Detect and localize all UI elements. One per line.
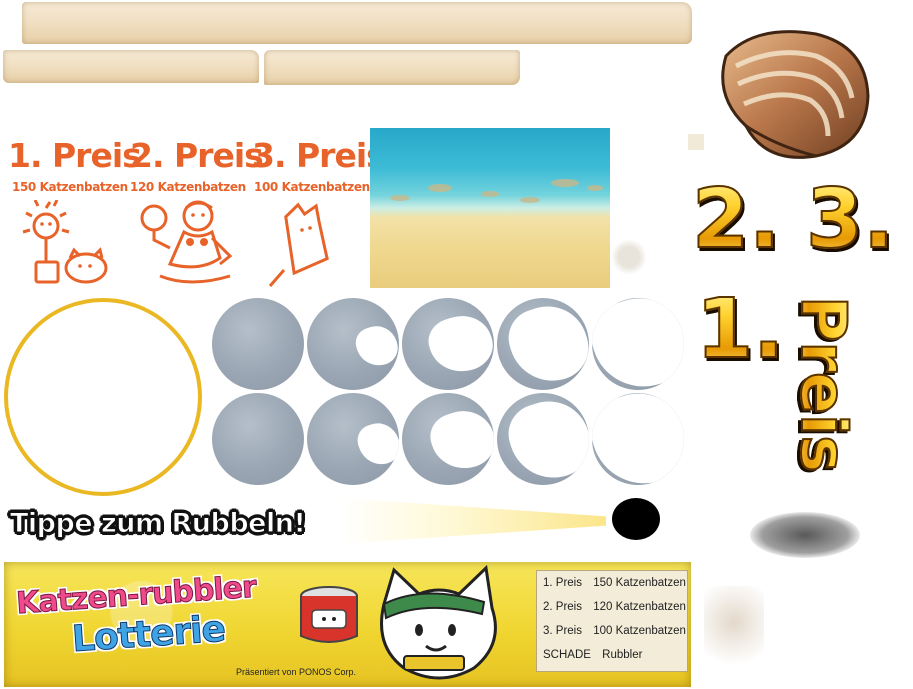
scratch-spot[interactable] [212,298,304,390]
paper-strip-left [3,50,259,83]
scratch-spot[interactable] [307,393,399,485]
prize-3-amount: 100 Katzenbatzen [254,180,370,194]
gold-label-second: 2. [691,171,781,268]
gold-label-third: 3. [805,171,895,268]
scratch-spot[interactable] [592,298,684,390]
scratch-spot[interactable] [307,298,399,390]
banner-prize-rank: 1. Preis [543,577,582,589]
beach-cat-icon [140,200,233,284]
scratch-spot[interactable] [402,393,494,485]
beach-scene [370,128,610,288]
prize-2-amount: 120 Katzenbatzen [130,180,246,194]
prize-3-title: 3. Preis [252,136,386,175]
tap-to-scratch-label: Tippe zum Rubbeln! [9,508,306,540]
banner-prize-row: 1. Preis 150 Katzenbatzen [543,577,686,589]
presented-by-label: Präsentiert von PONOS Corp. [236,667,357,677]
banner-prize-amount: 100 Katzenbatzen [593,625,686,637]
scratch-spot[interactable] [497,298,589,390]
selection-ring [4,298,202,496]
lottery-banner: Katzen-rubbler Lotterie 1. Preis 150 Kat… [4,562,691,687]
banner-prize-amount: Rubbler [602,649,643,661]
banner-prize-list: 1. Preis 150 Katzenbatzen 2. Preis 120 K… [536,570,688,672]
banner-prize-row: 3. Preis 100 Katzenbatzen [543,625,686,637]
scratch-spot[interactable] [592,393,684,485]
black-dot-icon [612,498,660,540]
prize-1-amount: 150 Katzenbatzen [12,180,128,194]
sunflower-cat-icon [22,200,108,284]
light-beam [340,498,606,544]
rubble-sprite [704,586,764,676]
beach-rocks-icon [390,179,603,203]
prize-2-title: 2. Preis [130,136,264,175]
small-square-sprite [688,134,704,150]
gold-label-first: 1. [695,281,785,378]
scratch-spot[interactable] [402,298,494,390]
banner-prize-rank: 3. Preis [543,625,582,637]
banner-prize-row: 2. Preis 120 Katzenbatzen [543,601,686,613]
banner-prize-rank: SCHADE [543,649,591,661]
banner-prize-amount: 120 Katzenbatzen [593,601,686,613]
shadow-ellipse [750,512,860,558]
popsicle-cat-icon [268,202,329,287]
gold-label-word: Preis [786,295,861,473]
paper-strip-right [264,50,520,85]
banner-prize-row: SCHADE Rubbler [543,649,642,661]
cat-can-icon [300,586,358,643]
faded-paw-icon [612,238,646,276]
cat-mascot-icon [380,564,497,680]
clam-shell-icon [721,30,870,159]
banner-prize-amount: 150 Katzenbatzen [593,577,686,589]
scratch-spot[interactable] [497,393,589,485]
prize-1-title: 1. Preis [8,136,142,175]
paper-strip-top [22,2,692,44]
banner-prize-rank: 2. Preis [543,601,582,613]
scratch-spot[interactable] [212,393,304,485]
banner-title-line2: Lotterie [70,608,227,661]
